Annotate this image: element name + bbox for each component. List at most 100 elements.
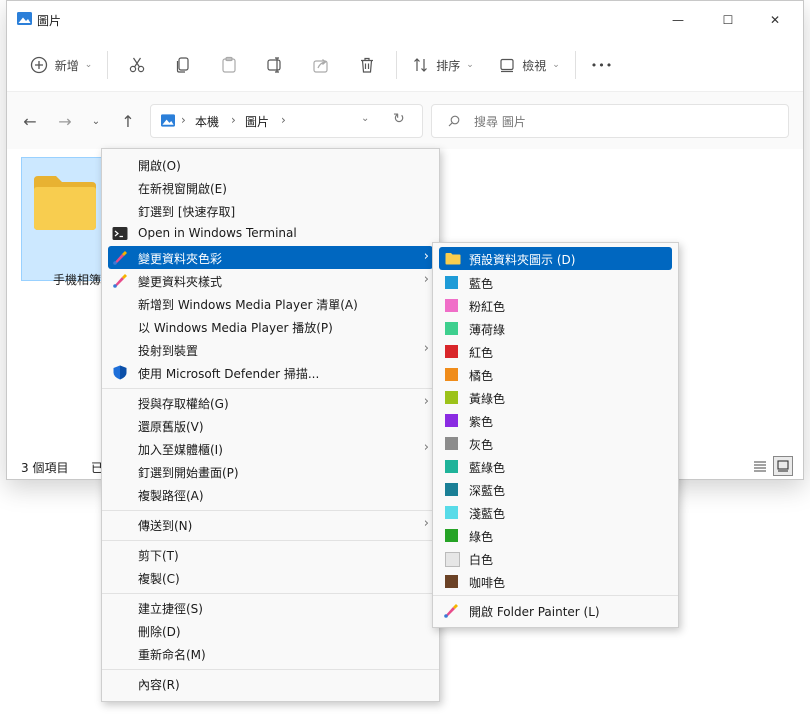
recent-locations-button[interactable]: ⌄: [85, 110, 107, 132]
back-button[interactable]: ←: [19, 110, 41, 132]
color-option[interactable]: 黃綠色: [433, 386, 678, 409]
menu-item-open-new-window[interactable]: 在新視窗開啟(E): [102, 176, 439, 199]
rename-icon: [267, 57, 281, 73]
more-options-button[interactable]: •••: [582, 47, 622, 83]
menu-item-label: 釘選到開始畫面(P): [138, 466, 239, 480]
menu-item-pin-start[interactable]: 釘選到開始畫面(P): [102, 460, 439, 483]
view-button[interactable]: 檢視 ⌄: [489, 47, 569, 83]
share-button[interactable]: [298, 47, 344, 83]
menu-item-add-wmp-list[interactable]: 新增到 Windows Media Player 清單(A): [102, 292, 439, 315]
breadcrumb-separator-icon: ›: [231, 113, 236, 127]
forward-button[interactable]: →: [54, 110, 76, 132]
chevron-right-icon: ›: [423, 249, 429, 264]
menu-item-open-terminal[interactable]: Open in Windows Terminal: [102, 222, 439, 245]
color-option[interactable]: 藍色: [433, 271, 678, 294]
toolbar-divider: [575, 51, 576, 79]
color-option-label: 淺藍色: [469, 507, 506, 521]
color-option[interactable]: 白色: [433, 547, 678, 570]
chevron-down-icon: ⌄: [91, 115, 101, 127]
menu-item-open[interactable]: 開啟(O): [102, 153, 439, 176]
color-swatch-icon: [445, 506, 458, 519]
color-option-label: 藍色: [469, 277, 494, 291]
menu-item-restore-previous[interactable]: 還原舊版(V): [102, 414, 439, 437]
folder-item[interactable]: 手機相簿: [21, 157, 105, 287]
close-button[interactable]: ✕: [752, 7, 798, 33]
menu-item-give-access[interactable]: 授與存取權給(G) ›: [102, 391, 439, 414]
copy-button[interactable]: [160, 47, 206, 83]
paste-button[interactable]: [206, 47, 252, 83]
color-swatch-icon: [445, 437, 458, 450]
menu-item-pin-quick-access[interactable]: 釘選到 [快速存取]: [102, 199, 439, 222]
sort-button[interactable]: 排序 ⌄: [403, 47, 483, 83]
color-swatch-icon: [445, 460, 458, 473]
folder-painter-icon: [113, 251, 127, 265]
address-bar[interactable]: › 本機 › 圖片 › ⌄ ↻: [150, 104, 423, 138]
menu-item-defender-scan[interactable]: 使用 Microsoft Defender 掃描...: [102, 361, 439, 384]
trash-icon: [361, 57, 373, 73]
menu-item-create-shortcut[interactable]: 建立捷徑(S): [102, 596, 439, 619]
color-option[interactable]: 粉紅色: [433, 294, 678, 317]
color-option[interactable]: 橘色: [433, 363, 678, 386]
details-view-button[interactable]: [753, 459, 767, 473]
menu-item-cast-to-device[interactable]: 投射到裝置 ›: [102, 338, 439, 361]
details-view-icon: [754, 461, 766, 472]
menu-item-change-folder-style[interactable]: 變更資料夾樣式 ›: [102, 269, 439, 292]
color-option[interactable]: 深藍色: [433, 478, 678, 501]
menu-divider: [102, 510, 439, 511]
chevron-down-icon: ⌄: [466, 60, 474, 70]
breadcrumb-item-this-pc[interactable]: 本機: [195, 113, 219, 130]
menu-item-label: 刪除(D): [138, 625, 181, 639]
menu-item-label: 內容(R): [138, 678, 180, 692]
breadcrumb-separator-icon: ›: [281, 113, 286, 127]
search-placeholder: 搜尋 圖片: [474, 115, 526, 129]
tiles-view-button[interactable]: [773, 456, 793, 476]
menu-divider: [433, 595, 678, 596]
submenu-item-default-folder-icon[interactable]: 預設資料夾圖示 (D): [439, 247, 672, 270]
menu-item-cut[interactable]: 剪下(T): [102, 543, 439, 566]
menu-item-copy[interactable]: 複製(C): [102, 566, 439, 589]
menu-item-label: 新增到 Windows Media Player 清單(A): [138, 298, 358, 312]
color-swatch-icon: [445, 414, 458, 427]
minimize-button[interactable]: —: [655, 7, 701, 33]
color-option[interactable]: 咖啡色: [433, 570, 678, 593]
menu-item-include-library[interactable]: 加入至媒體櫃(I) ›: [102, 437, 439, 460]
chevron-right-icon: ›: [423, 516, 429, 531]
color-option[interactable]: 紅色: [433, 340, 678, 363]
color-option[interactable]: 藍綠色: [433, 455, 678, 478]
cut-button[interactable]: [114, 47, 160, 83]
defender-shield-icon: [113, 365, 127, 380]
menu-item-delete[interactable]: 刪除(D): [102, 619, 439, 642]
search-box[interactable]: 搜尋 圖片: [431, 104, 789, 138]
color-option-label: 咖啡色: [469, 576, 506, 590]
color-option[interactable]: 綠色: [433, 524, 678, 547]
color-option[interactable]: 薄荷綠: [433, 317, 678, 340]
menu-item-rename[interactable]: 重新命名(M): [102, 642, 439, 665]
menu-item-play-wmp[interactable]: 以 Windows Media Player 播放(P): [102, 315, 439, 338]
rename-button[interactable]: [252, 47, 298, 83]
menu-item-properties[interactable]: 內容(R): [102, 672, 439, 695]
menu-item-label: 加入至媒體櫃(I): [138, 443, 223, 457]
menu-item-change-folder-color[interactable]: 變更資料夾色彩 ›: [108, 246, 433, 269]
navigation-bar: ← → ⌄ ↑ › 本機 › 圖片 › ⌄ ↻ 搜尋 圖片: [7, 91, 803, 150]
breadcrumb-item-pictures[interactable]: 圖片: [245, 113, 269, 130]
menu-divider: [102, 540, 439, 541]
menu-item-send-to[interactable]: 傳送到(N) ›: [102, 513, 439, 536]
menu-divider: [102, 669, 439, 670]
arrow-right-icon: →: [58, 111, 72, 131]
color-swatch-icon: [445, 368, 458, 381]
menu-item-copy-path[interactable]: 複製路徑(A): [102, 483, 439, 506]
refresh-icon[interactable]: ↻: [393, 111, 405, 127]
chevron-down-icon: ⌄: [84, 60, 93, 70]
up-button[interactable]: ↑: [117, 110, 139, 132]
submenu-item-open-folder-painter[interactable]: 開啟 Folder Painter (L): [433, 599, 678, 622]
maximize-button[interactable]: ☐: [705, 7, 751, 33]
color-option[interactable]: 紫色: [433, 409, 678, 432]
color-option[interactable]: 淺藍色: [433, 501, 678, 524]
chevron-right-icon: ›: [423, 272, 429, 287]
new-button[interactable]: 新增 ⌄: [21, 47, 101, 83]
delete-button[interactable]: [344, 47, 390, 83]
submenu-item-label: 開啟 Folder Painter (L): [469, 605, 600, 619]
color-option[interactable]: 灰色: [433, 432, 678, 455]
new-label: 新增: [54, 58, 79, 73]
address-dropdown-icon[interactable]: ⌄: [361, 113, 369, 124]
